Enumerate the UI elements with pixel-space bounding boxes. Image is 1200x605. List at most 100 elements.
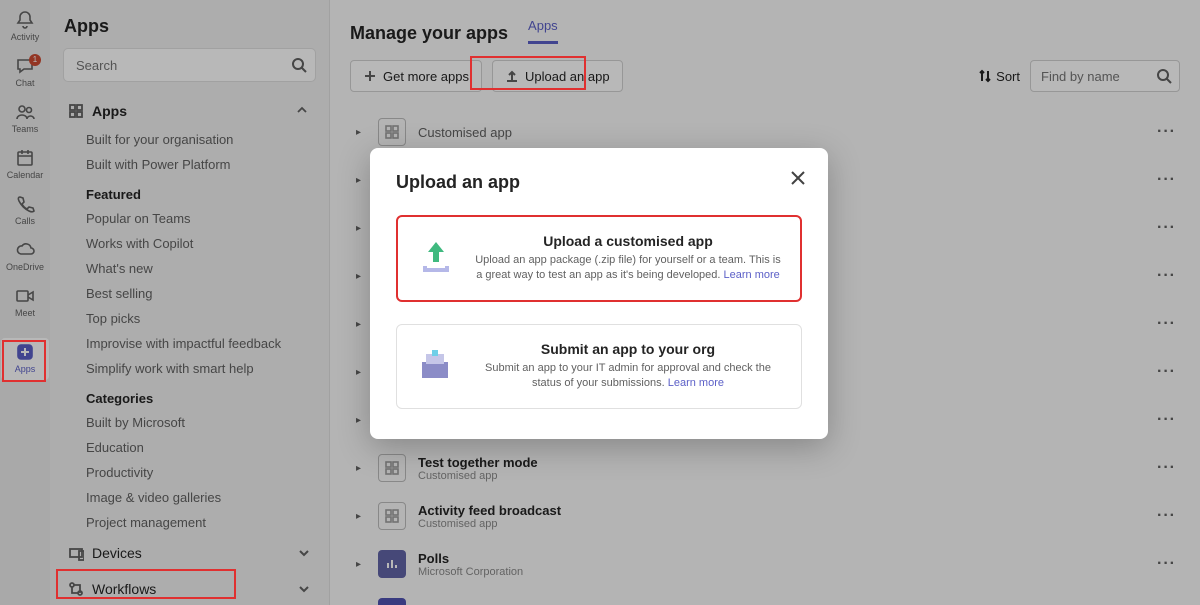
tree-link[interactable]: Works with Copilot (86, 231, 315, 256)
upload-an-app-button[interactable]: Upload an app (492, 60, 623, 92)
modal-title: Upload an app (396, 172, 802, 193)
app-row[interactable]: ▸ Games for Work ··· (350, 588, 1180, 605)
calendar-icon (15, 148, 35, 168)
app-name: Test together mode (418, 455, 538, 470)
tree-link[interactable]: What's new (86, 256, 315, 281)
expand-icon[interactable]: ▸ (356, 175, 366, 186)
rail-label: Calls (15, 216, 35, 226)
tree-label: Devices (92, 545, 142, 561)
devices-icon (68, 545, 84, 561)
tree-link-org[interactable]: Built for your organisation (86, 127, 315, 152)
rail-apps[interactable]: Apps (1, 338, 49, 380)
sort-button[interactable]: Sort (978, 69, 1020, 84)
app-row[interactable]: ▸ Test together mode Customised app ··· (350, 444, 1180, 492)
video-icon (15, 286, 35, 306)
learn-more-link[interactable]: Learn more (668, 377, 724, 389)
apps-side-panel: Apps Apps Built for your organisation Bu… (50, 0, 330, 605)
search-input[interactable] (64, 49, 315, 81)
get-more-apps-button[interactable]: Get more apps (350, 60, 482, 92)
sort-label: Sort (996, 69, 1020, 84)
more-icon[interactable]: ··· (1157, 267, 1176, 285)
more-icon[interactable]: ··· (1157, 363, 1176, 381)
more-icon[interactable]: ··· (1157, 171, 1176, 189)
rail-calls[interactable]: Calls (1, 190, 49, 232)
chat-badge: 1 (29, 54, 41, 66)
tree-link[interactable]: Improvise with impactful feedback (86, 331, 315, 356)
more-icon[interactable]: ··· (1157, 315, 1176, 333)
more-icon[interactable]: ··· (1157, 219, 1176, 237)
rail-calendar[interactable]: Calendar (1, 144, 49, 186)
app-icon (378, 118, 406, 146)
app-name: Activity feed broadcast (418, 503, 561, 518)
tree-link[interactable]: Top picks (86, 306, 315, 331)
tree-link[interactable]: Image & video galleries (86, 485, 315, 510)
rail-chat[interactable]: 1 Chat (1, 52, 49, 94)
card-desc: Submit an app to your IT admin for appro… (473, 361, 783, 392)
tree-link[interactable]: Productivity (86, 460, 315, 485)
app-icon (378, 454, 406, 482)
rail-meet[interactable]: Meet (1, 282, 49, 324)
rail-label: Calendar (7, 170, 44, 180)
app-icon (378, 598, 406, 605)
rail-label: Meet (15, 308, 35, 318)
app-sub: Microsoft Corporation (418, 566, 523, 578)
submit-icon (411, 341, 459, 389)
tree-link[interactable]: Best selling (86, 281, 315, 306)
phone-icon (15, 194, 35, 214)
tree-devices[interactable]: Devices (64, 535, 315, 571)
submit-to-org-card[interactable]: Submit an app to your org Submit an app … (396, 324, 802, 409)
tree-link[interactable]: Simplify work with smart help (86, 356, 315, 381)
expand-icon[interactable]: ▸ (356, 463, 366, 474)
more-icon[interactable]: ··· (1157, 411, 1176, 429)
more-icon[interactable]: ··· (1157, 555, 1176, 573)
app-name: Customised app (418, 125, 512, 140)
tree-workflows[interactable]: Workflows (64, 571, 315, 605)
chevron-down-icon (297, 582, 311, 596)
tree-label: Workflows (92, 581, 156, 597)
upload-icon (505, 69, 519, 83)
expand-icon[interactable]: ▸ (356, 559, 366, 570)
search-box[interactable] (64, 49, 315, 81)
card-desc: Upload an app package (.zip file) for yo… (474, 253, 782, 284)
tab-apps[interactable]: Apps (528, 18, 558, 44)
close-button[interactable] (786, 166, 810, 190)
app-icon (378, 502, 406, 530)
expand-icon[interactable]: ▸ (356, 127, 366, 138)
learn-more-link[interactable]: Learn more (724, 269, 780, 281)
app-icon (378, 550, 406, 578)
more-icon[interactable]: ··· (1157, 507, 1176, 525)
chevron-down-icon (297, 546, 311, 560)
grid-icon (68, 103, 84, 119)
more-icon[interactable]: ··· (1157, 459, 1176, 477)
upload-app-modal: Upload an app Upload a customised app Up… (370, 148, 828, 439)
chevron-up-icon (295, 103, 311, 119)
app-name: Polls (418, 551, 523, 566)
plus-icon (363, 69, 377, 83)
rail-activity[interactable]: Activity (1, 6, 49, 48)
app-rail: Activity 1 Chat Teams Calendar Calls One… (0, 0, 50, 605)
more-icon[interactable]: ··· (1157, 123, 1176, 141)
tree-apps[interactable]: Apps (64, 95, 315, 127)
rail-teams[interactable]: Teams (1, 98, 49, 140)
btn-label: Get more apps (383, 69, 469, 84)
rail-onedrive[interactable]: OneDrive (1, 236, 49, 278)
tree-link[interactable]: Popular on Teams (86, 206, 315, 231)
find-box[interactable] (1030, 60, 1180, 92)
app-row[interactable]: ▸ Activity feed broadcast Customised app… (350, 492, 1180, 540)
sort-icon (978, 69, 992, 83)
upload-custom-app-card[interactable]: Upload a customised app Upload an app pa… (396, 215, 802, 302)
app-row[interactable]: ▸ Polls Microsoft Corporation ··· (350, 540, 1180, 588)
expand-icon[interactable]: ▸ (356, 511, 366, 522)
rail-label: OneDrive (6, 262, 44, 272)
tree-link-power[interactable]: Built with Power Platform (86, 152, 315, 177)
cloud-icon (15, 240, 35, 260)
tree-link[interactable]: Education (86, 435, 315, 460)
tree-label: Apps (92, 103, 127, 119)
group-categories: Categories (86, 381, 315, 410)
tree-link[interactable]: Built by Microsoft (86, 410, 315, 435)
rail-label: Chat (15, 78, 34, 88)
search-icon (291, 57, 307, 73)
bell-icon (15, 10, 35, 30)
tree-link[interactable]: Project management (86, 510, 315, 535)
search-icon (1156, 68, 1172, 84)
